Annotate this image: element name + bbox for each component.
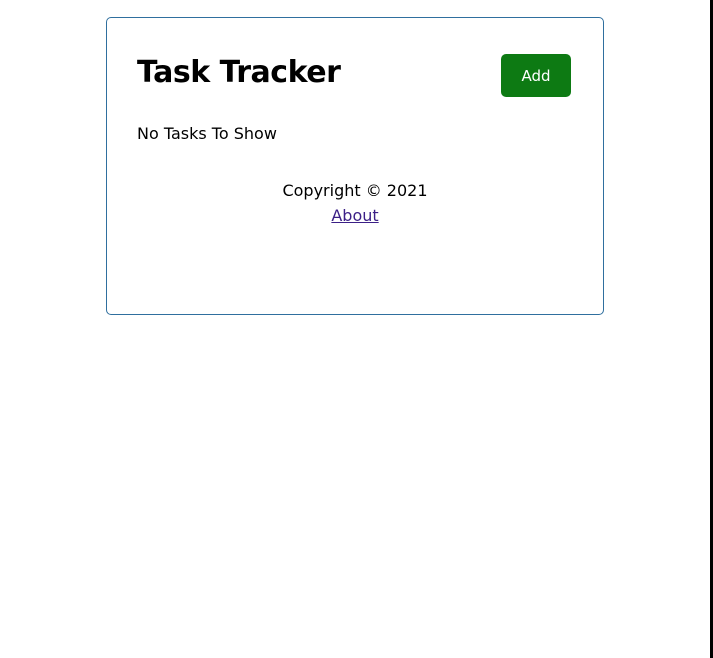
page-title: Task Tracker [137,55,341,90]
page: Task Tracker Add No Tasks To Show Copyri… [0,0,713,658]
add-task-button[interactable]: Add [501,54,571,97]
about-link[interactable]: About [331,206,378,225]
footer: Copyright © 2021 About [107,178,603,228]
empty-tasks-message: No Tasks To Show [137,124,277,143]
app-container: Task Tracker Add No Tasks To Show Copyri… [106,17,604,315]
header: Task Tracker Add [137,53,571,97]
copyright-text: Copyright © 2021 [282,181,428,200]
